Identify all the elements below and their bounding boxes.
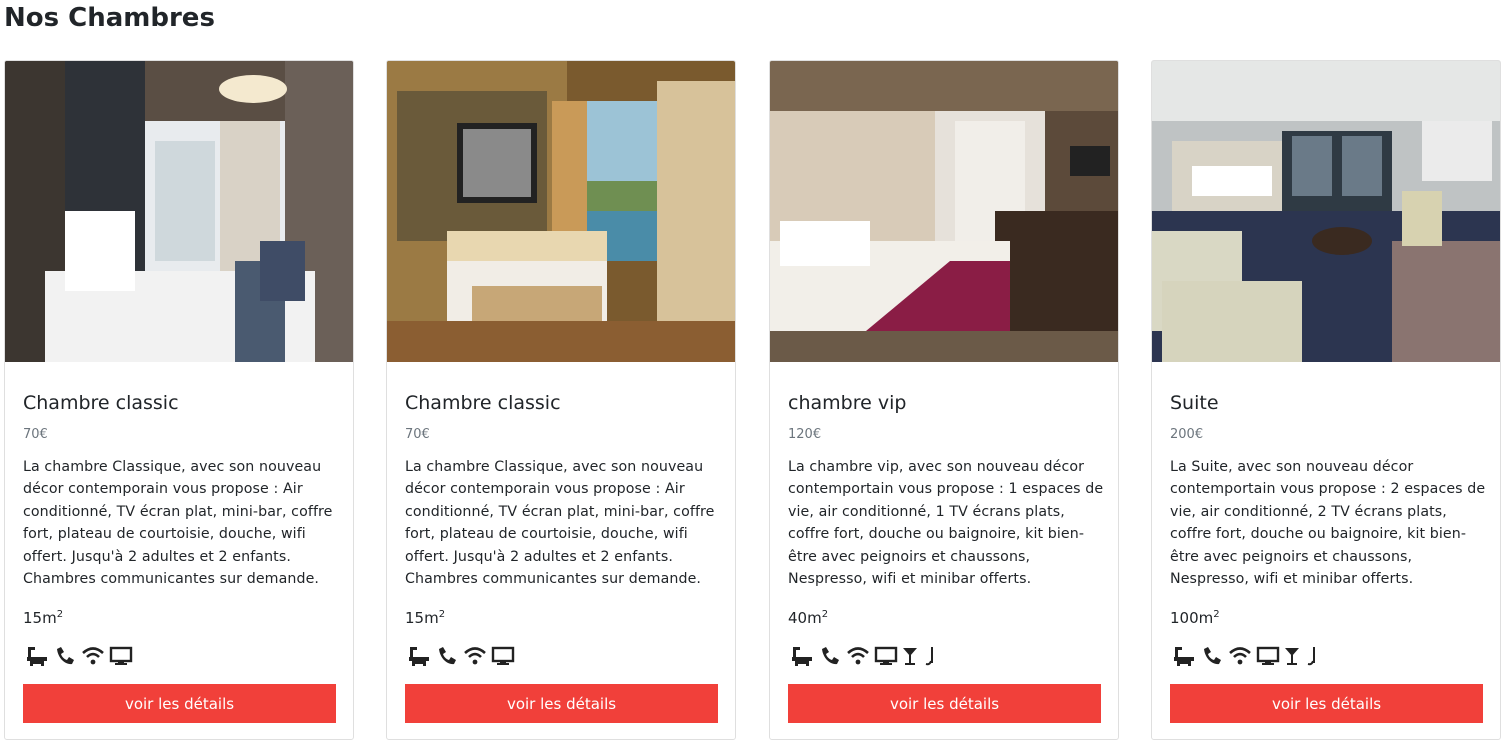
- view-details-button[interactable]: voir les détails: [23, 684, 336, 723]
- phone-icon: [1200, 645, 1224, 667]
- room-description: La chambre Classique, avec son nouveau d…: [23, 459, 333, 588]
- room-area-value: 40m: [788, 609, 822, 627]
- room-area: 15m2: [405, 605, 445, 628]
- music-note-icon: [1304, 645, 1320, 667]
- amenity-icons: [407, 645, 515, 667]
- room-area-exponent: 2: [438, 609, 446, 620]
- phone-icon: [435, 645, 459, 667]
- tv-icon: [1256, 645, 1280, 667]
- room-card: Chambre classic 70€ La chambre Classique…: [4, 60, 354, 740]
- room-price: 70€: [405, 427, 430, 442]
- room-photo: [1152, 61, 1500, 362]
- cocktail-icon: [1284, 645, 1300, 667]
- room-price: 70€: [23, 427, 48, 442]
- room-area-value: 15m: [405, 609, 439, 627]
- room-description: La chambre vip, avec son nouveau décor c…: [788, 459, 1104, 588]
- room-area-exponent: 2: [821, 609, 829, 620]
- amenity-icons: [790, 645, 938, 667]
- room-area-value: 100m: [1170, 609, 1214, 627]
- room-area: 15m2: [23, 605, 63, 628]
- phone-icon: [818, 645, 842, 667]
- room-description: La chambre Classique, avec son nouveau d…: [405, 459, 715, 588]
- room-area: 100m2: [1170, 605, 1220, 628]
- cocktail-icon: [902, 645, 918, 667]
- bathtub-icon: [790, 645, 814, 667]
- amenity-icons: [25, 645, 133, 667]
- wifi-icon: [81, 645, 105, 667]
- tv-icon: [109, 645, 133, 667]
- bathtub-icon: [407, 645, 431, 667]
- wifi-icon: [846, 645, 870, 667]
- room-area: 40m2: [788, 605, 828, 628]
- room-price: 120€: [788, 427, 822, 442]
- room-title: Chambre classic: [405, 392, 561, 414]
- room-title: Chambre classic: [23, 392, 179, 414]
- room-photo: [5, 61, 353, 362]
- room-title: Suite: [1170, 392, 1219, 414]
- room-photo: [770, 61, 1118, 362]
- tv-icon: [874, 645, 898, 667]
- room-card: chambre vip 120€ La chambre vip, avec so…: [769, 60, 1119, 740]
- room-photo: [387, 61, 735, 362]
- bathtub-icon: [25, 645, 49, 667]
- room-card: Chambre classic 70€ La chambre Classique…: [386, 60, 736, 740]
- wifi-icon: [1228, 645, 1252, 667]
- view-details-button[interactable]: voir les détails: [1170, 684, 1483, 723]
- wifi-icon: [463, 645, 487, 667]
- amenity-icons: [1172, 645, 1320, 667]
- room-price: 200€: [1170, 427, 1204, 442]
- bathtub-icon: [1172, 645, 1196, 667]
- tv-icon: [491, 645, 515, 667]
- room-area-exponent: 2: [56, 609, 64, 620]
- room-description: La Suite, avec son nouveau décor contemp…: [1170, 459, 1486, 588]
- page-title: Nos Chambres: [4, 3, 215, 33]
- room-title: chambre vip: [788, 392, 907, 414]
- view-details-button[interactable]: voir les détails: [405, 684, 718, 723]
- room-card: Suite 200€ La Suite, avec son nouveau dé…: [1151, 60, 1501, 740]
- view-details-button[interactable]: voir les détails: [788, 684, 1101, 723]
- room-area-value: 15m: [23, 609, 57, 627]
- room-area-exponent: 2: [1213, 609, 1220, 620]
- phone-icon: [53, 645, 77, 667]
- music-note-icon: [922, 645, 938, 667]
